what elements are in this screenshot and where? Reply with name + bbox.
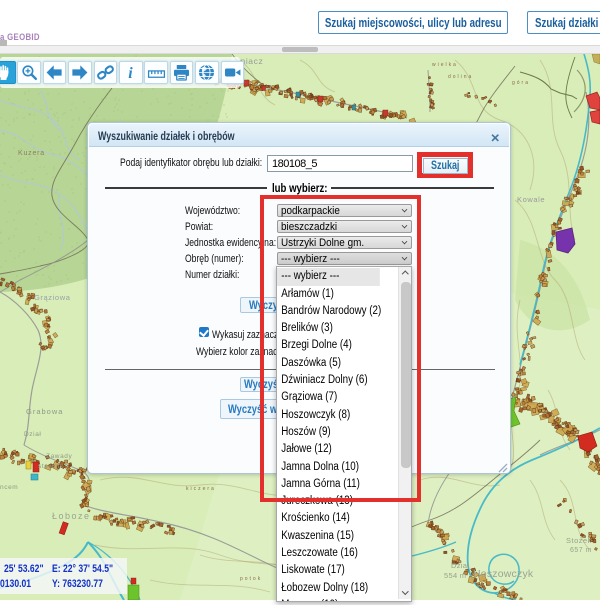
svg-text:ncem: ncem <box>0 484 18 491</box>
svg-text:w i e l k a: w i e l k a <box>432 62 456 68</box>
svg-text:Kowale: Kowale <box>517 195 545 204</box>
svg-text:Łoboze: Łoboze <box>52 511 91 521</box>
svg-text:p o t o k: p o t o k <box>240 576 261 582</box>
svg-text:Dział: Dział <box>451 561 469 570</box>
svg-text:i: i <box>129 65 134 82</box>
svg-text:Dział: Dział <box>24 431 41 438</box>
svg-text:Zawady: Zawady <box>46 453 73 460</box>
svg-text:Grabowa: Grabowa <box>26 407 63 416</box>
svg-text:Stożek: Stożek <box>566 536 592 545</box>
svg-text:Kuzera: Kuzera <box>18 150 45 157</box>
svg-text:Hoszowczyk: Hoszowczyk <box>473 568 534 580</box>
svg-text:g ó r a: g ó r a <box>512 80 528 86</box>
svg-text:d o l i n a: d o l i n a <box>448 74 472 80</box>
svg-text:554 m: 554 m <box>444 571 466 580</box>
svg-text:Grąziowa: Grąziowa <box>34 293 71 302</box>
svg-text:k i c z e r a: k i c z e r a <box>186 486 214 492</box>
svg-text:stewnik: stewnik <box>38 463 64 470</box>
svg-text:657 m: 657 m <box>570 547 592 554</box>
